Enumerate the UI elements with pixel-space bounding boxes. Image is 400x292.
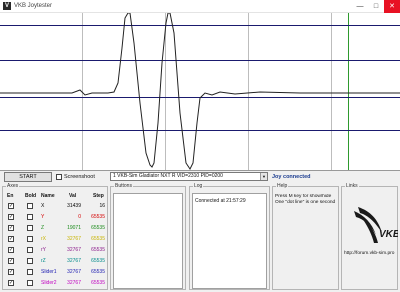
axis-step: 65535 [91, 225, 105, 231]
axis-step: 65535 [91, 247, 105, 253]
axis-name: Z [41, 225, 45, 231]
axis-name: rZ [41, 258, 46, 264]
axis-row: ✓ Y 0 65535 [3, 213, 107, 223]
device-select[interactable]: 1 VKB-Sim Gladiator NXT R VID=2310 PID=0… [110, 172, 268, 181]
axis-step: 65535 [91, 236, 105, 242]
axis-bold-checkbox[interactable] [27, 247, 33, 253]
minimize-button[interactable]: — [352, 0, 368, 13]
axis-bold-checkbox[interactable] [27, 214, 33, 220]
axis-enable-checkbox[interactable]: ✓ [8, 203, 14, 209]
vkb-app-icon: V [3, 2, 11, 10]
close-button[interactable]: ✕ [384, 0, 400, 13]
plot-vertical-gridlines [82, 13, 349, 170]
axis-bold-checkbox[interactable] [27, 280, 33, 286]
axes-header-val: Val [69, 193, 77, 199]
axis-value: 32767 [67, 236, 81, 242]
axis-enable-checkbox[interactable]: ✓ [8, 269, 14, 275]
axis-value: 31439 [67, 203, 81, 209]
axes-group: Axes En Bold Name Val Step ✓ X 31439 16 ✓ Y 0 6… [2, 183, 108, 290]
axis-step: 16 [99, 203, 105, 209]
vkb-logo: VKB [354, 207, 398, 243]
device-select-value: 1 VKB-Sim Gladiator NXT R VID=2310 PID=0… [113, 173, 223, 179]
axis-step: 65535 [91, 280, 105, 286]
axis-row: ✓ X 31439 16 [3, 202, 107, 212]
axis-step: 65535 [91, 269, 105, 275]
axis-name: rX [41, 236, 46, 242]
axis-bold-checkbox[interactable] [27, 236, 33, 242]
log-group-title: Log [193, 183, 204, 189]
axis-enable-checkbox[interactable]: ✓ [8, 236, 14, 242]
buttons-panel [113, 193, 183, 289]
axis-enable-checkbox[interactable]: ✓ [8, 247, 14, 253]
axis-value: 32767 [67, 269, 81, 275]
axis-name: Slider1 [41, 269, 57, 275]
window-title: VKB Joytester [14, 3, 53, 9]
axis-bold-checkbox[interactable] [27, 258, 33, 264]
axes-group-title: Axes [6, 183, 20, 189]
axis-name: rY [41, 247, 46, 253]
help-text: Press M key for show/hide One "dot line"… [275, 194, 337, 206]
axis-plot [0, 13, 400, 171]
axis-row: ✓ Slider1 32767 65535 [3, 268, 107, 278]
maximize-button[interactable]: □ [368, 0, 384, 13]
vkb-logo-text: VKB [379, 229, 398, 240]
log-panel[interactable]: Connected at 21:57:29 [192, 193, 267, 289]
axis-value: 32767 [67, 280, 81, 286]
axis-name: Slider2 [41, 280, 57, 286]
axes-header-en: En [7, 193, 14, 199]
axis-row: ✓ Slider2 32767 65535 [3, 279, 107, 289]
axis-row: ✓ rX 32767 65535 [3, 235, 107, 245]
axis-row: ✓ Z 19071 65535 [3, 224, 107, 234]
axis-bold-checkbox[interactable] [27, 225, 33, 231]
log-group: Log Connected at 21:57:29 [189, 183, 270, 290]
screenshot-label: Screenshoot [64, 174, 95, 180]
connection-status: Joy connected [272, 174, 311, 180]
buttons-group-title: Buttons [114, 183, 133, 189]
forum-link[interactable]: http://forum.vkb-sim.pro [344, 251, 394, 256]
axis-row: ✓ rY 32767 65535 [3, 246, 107, 256]
axis-value: 0 [78, 214, 81, 220]
axis-name: X [41, 203, 45, 209]
controls-row: START Screenshoot 1 VKB-Sim Gladiator NX… [0, 172, 400, 183]
axes-header-bold: Bold [25, 193, 37, 199]
buttons-group: Buttons [110, 183, 186, 290]
help-line-2: One "dot line" is one second [275, 200, 336, 205]
axes-header-step: Step [93, 193, 104, 199]
help-group: Help Press M key for show/hide One "dot … [272, 183, 339, 290]
axis-enable-checkbox[interactable]: ✓ [8, 280, 14, 286]
chevron-down-icon[interactable]: ▼ [260, 173, 267, 180]
axis-enable-checkbox[interactable]: ✓ [8, 225, 14, 231]
title-bar: V VKB Joytester — □ ✕ [0, 0, 400, 13]
axis-step: 65535 [91, 258, 105, 264]
plot-horizontal-gridlines [0, 25, 400, 131]
axis-value: 19071 [67, 225, 81, 231]
axis-row: ✓ rZ 32767 65535 [3, 257, 107, 267]
axes-header-name: Name [41, 193, 55, 199]
axis-enable-checkbox[interactable]: ✓ [8, 258, 14, 264]
log-entry: Connected at 21:57:29 [195, 198, 246, 204]
axis-step: 65535 [91, 214, 105, 220]
x-axis-trace [0, 13, 400, 170]
axis-bold-checkbox[interactable] [27, 203, 33, 209]
links-group: Links VKB http://forum.vkb-sim.pro [341, 183, 398, 290]
links-group-title: Links [345, 183, 359, 189]
help-group-title: Help [276, 183, 289, 189]
start-button[interactable]: START [4, 172, 52, 182]
screenshot-checkbox[interactable] [56, 174, 62, 180]
axis-enable-checkbox[interactable]: ✓ [8, 214, 14, 220]
axis-value: 32767 [67, 258, 81, 264]
axis-value: 32767 [67, 247, 81, 253]
axis-plot-canvas [0, 13, 400, 170]
axis-bold-checkbox[interactable] [27, 269, 33, 275]
axis-name: Y [41, 214, 45, 220]
